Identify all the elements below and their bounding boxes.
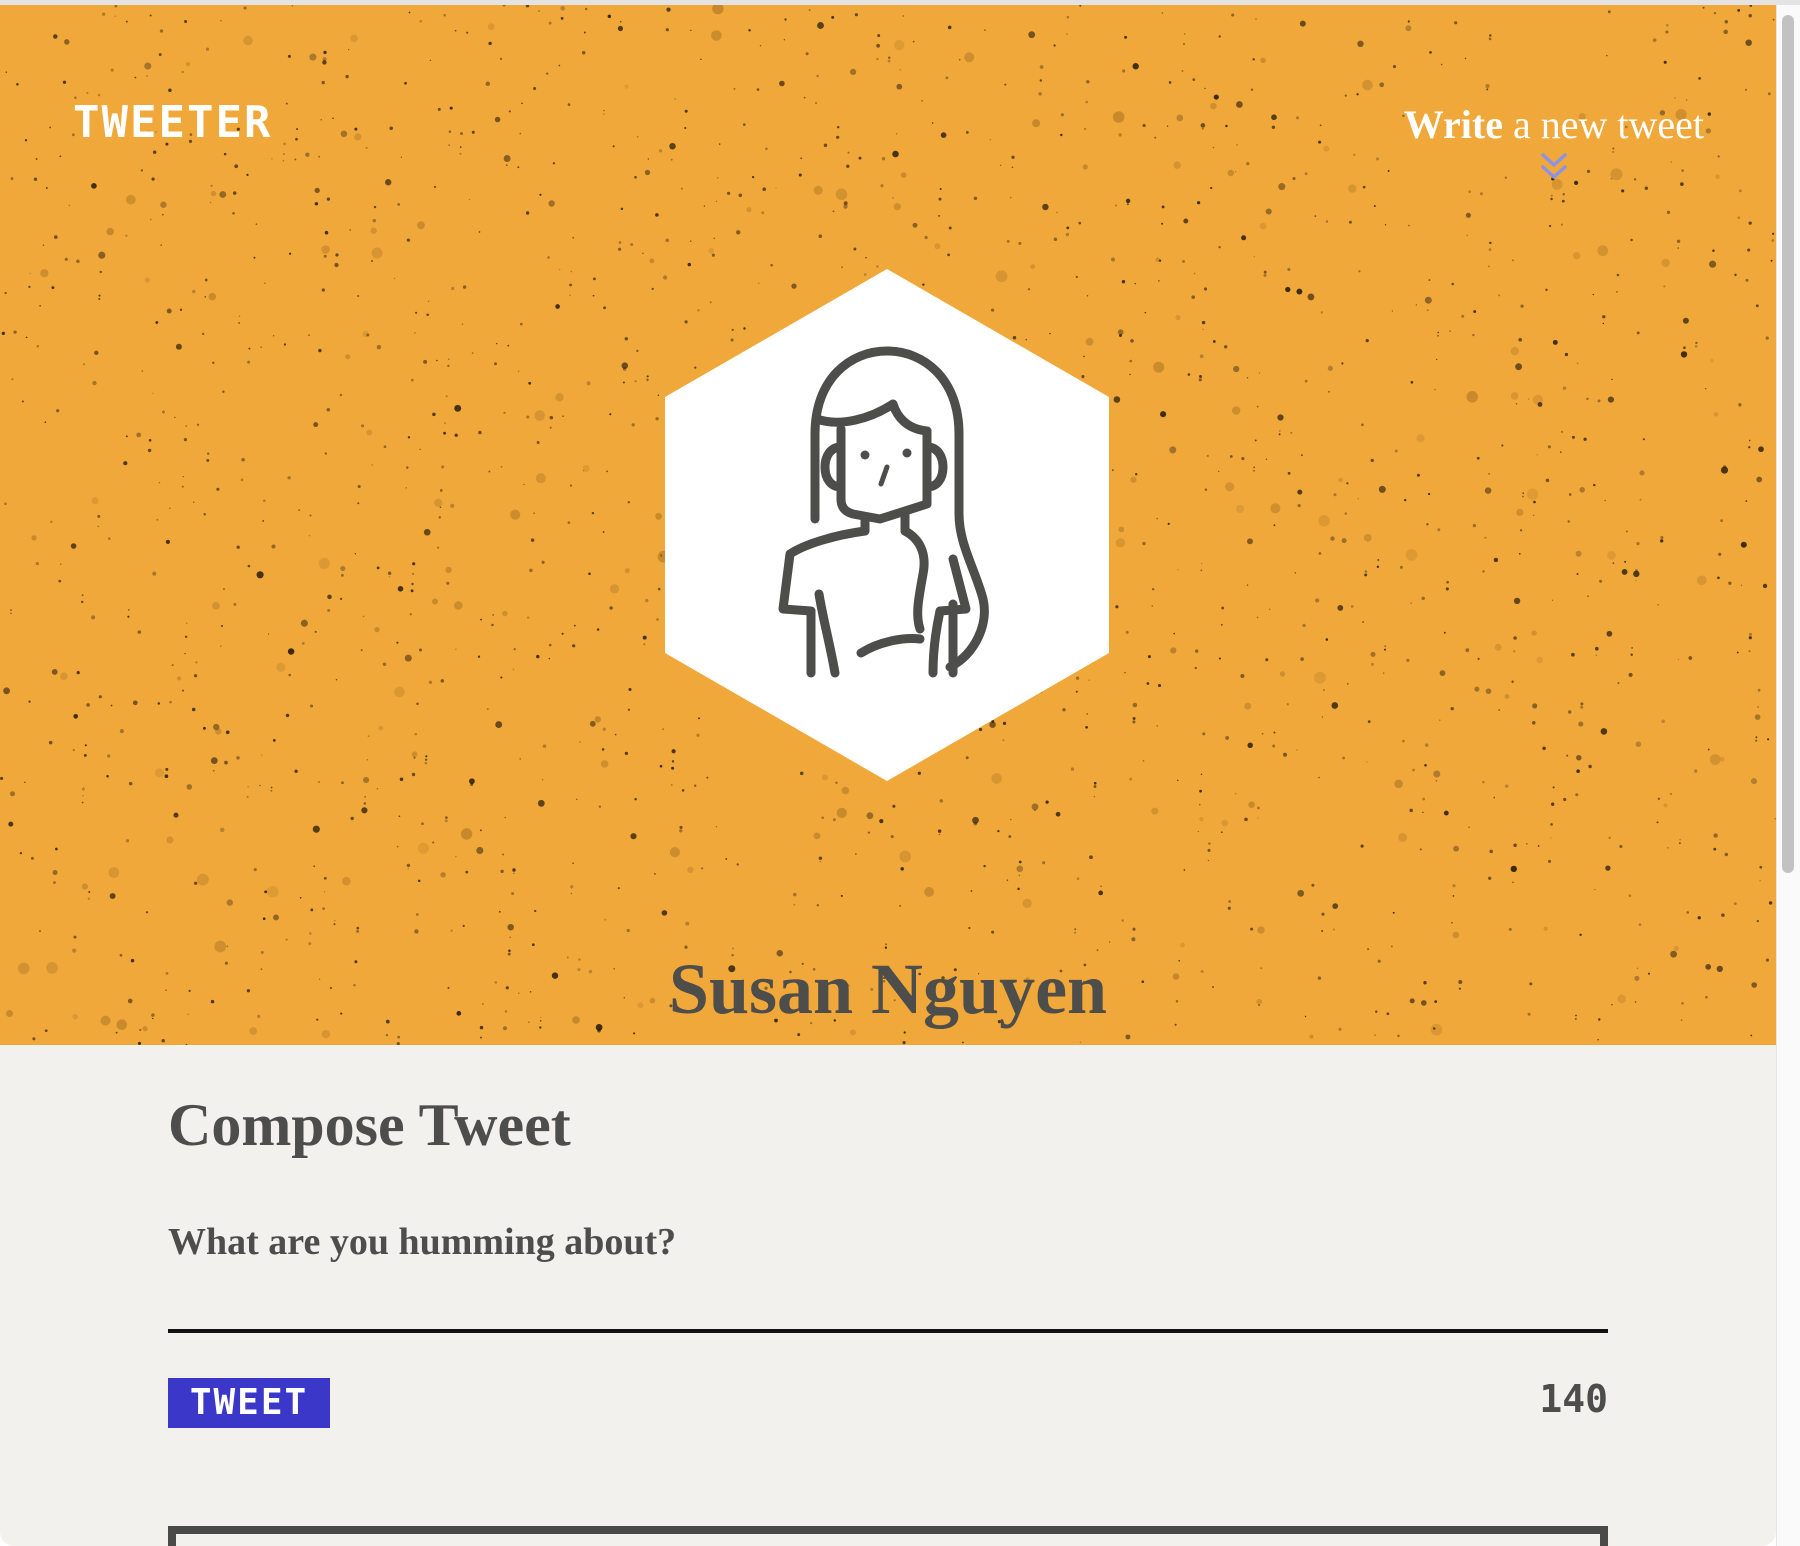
tweet-button[interactable]: TWEET [168,1378,330,1428]
double-chevron-down-icon[interactable] [1540,151,1568,183]
compose-tweet-section: Compose Tweet What are you humming about… [168,1092,1608,1428]
scrollbar-thumb[interactable] [1782,15,1794,873]
profile-header: TWEETER Write a new tweet Susan Nguyen [0,5,1776,1045]
compose-prompt-label: What are you humming about? [168,1221,677,1263]
vertical-scrollbar[interactable] [1776,5,1800,1546]
character-counter: 140 [1539,1377,1608,1421]
write-label-strong: Write [1403,102,1503,147]
brand-logo[interactable]: TWEETER [73,101,272,145]
write-new-tweet-toggle[interactable]: Write a new tweet [1404,103,1704,183]
page-viewport: TWEETER Write a new tweet Susan Nguyen C… [0,5,1776,1546]
compose-title: Compose Tweet [168,1092,571,1158]
woman-avatar-icon [665,269,1109,781]
tweet-text-input[interactable] [168,1275,1608,1333]
write-label-rest: a new tweet [1502,102,1704,147]
avatar [665,269,1109,781]
profile-name: Susan Nguyen [668,949,1108,1030]
browser-window: TWEETER Write a new tweet Susan Nguyen C… [0,0,1800,1546]
tweet-card-partial [168,1526,1608,1546]
write-toggle-label: Write a new tweet [1404,102,1704,147]
